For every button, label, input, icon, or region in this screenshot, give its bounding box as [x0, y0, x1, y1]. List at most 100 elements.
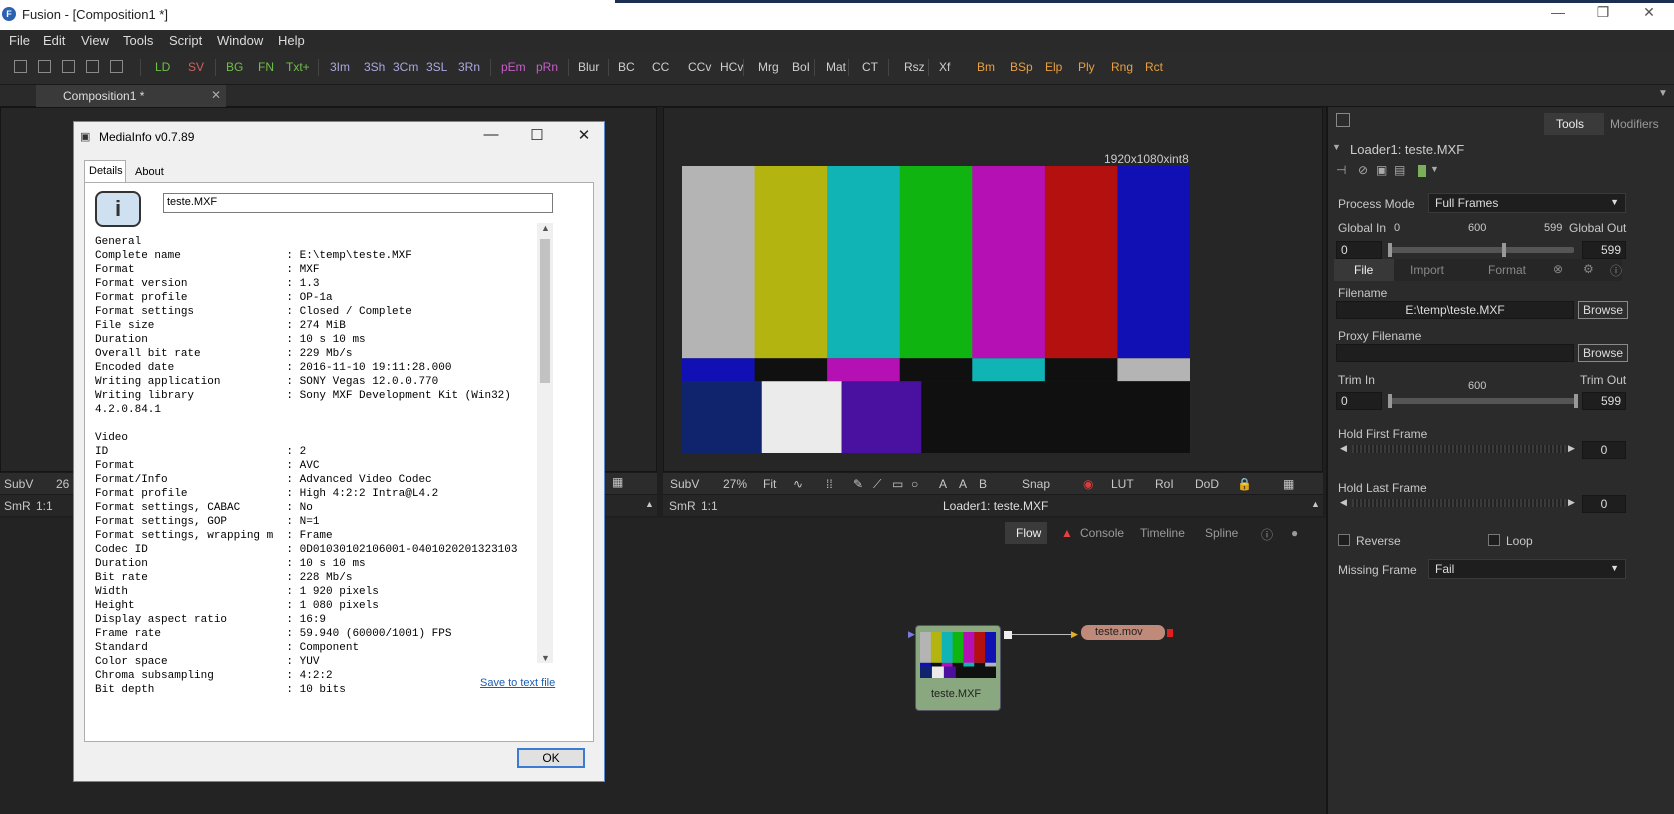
maximize-icon[interactable]: ☐ [524, 126, 550, 144]
zoom-field[interactable]: 26 [56, 477, 69, 491]
layout-icon[interactable] [14, 60, 27, 73]
zoom-field[interactable]: 27% [723, 477, 747, 491]
scroll-up-icon[interactable]: ▲ [541, 223, 550, 233]
menu-window[interactable]: Window [217, 33, 263, 48]
trim-out-field[interactable]: 599 [1582, 392, 1626, 410]
arrow-left-icon[interactable]: ◀ [1340, 497, 1347, 508]
ok-button[interactable]: OK [517, 748, 585, 768]
menu-file[interactable]: File [9, 33, 30, 48]
lut-button[interactable]: LUT [1111, 477, 1134, 491]
global-in-field[interactable]: 0 [1336, 241, 1382, 259]
save-to-text-link[interactable]: Save to text file [480, 677, 555, 689]
hold-first-field[interactable]: 0 [1582, 441, 1626, 459]
chat-icon[interactable]: ● [1291, 526, 1298, 540]
rect-icon[interactable]: ▭ [892, 477, 903, 491]
tab-timeline[interactable]: Timeline [1140, 526, 1185, 540]
roi-button[interactable]: RoI [1155, 477, 1174, 491]
hold-last-slider[interactable] [1352, 499, 1566, 507]
pin-icon[interactable]: ⊣ [1336, 163, 1346, 177]
loop-checkbox[interactable] [1488, 534, 1500, 546]
tool-button-blur[interactable]: Blur [578, 60, 599, 74]
tool-button-3rn[interactable]: 3Rn [458, 60, 480, 74]
layout-icon[interactable] [86, 60, 99, 73]
chevron-down-icon[interactable]: ▼ [1430, 164, 1439, 174]
snap-button[interactable]: Snap [1022, 477, 1050, 491]
tool-button-cc[interactable]: CC [652, 60, 669, 74]
chevron-up-icon[interactable]: ▲ [645, 499, 654, 509]
close-icon[interactable]: ✕ [1634, 4, 1664, 21]
layout-icon[interactable] [62, 60, 75, 73]
hold-first-slider[interactable] [1352, 445, 1566, 453]
slider-thumb[interactable] [1388, 394, 1392, 408]
tool-button-ct[interactable]: CT [862, 60, 878, 74]
ratio-button[interactable]: 1:1 [701, 499, 718, 513]
tool-button-hcv[interactable]: HCv [720, 60, 743, 74]
expand-chevron-icon[interactable]: ▼ [1332, 142, 1341, 152]
text-icon[interactable]: A [939, 477, 947, 491]
slider-thumb[interactable] [1574, 394, 1578, 408]
polyline-icon[interactable]: ∿ [793, 477, 803, 491]
tool-button-3cm[interactable]: 3Cm [393, 60, 418, 74]
lock-icon[interactable]: 🔒 [1237, 477, 1252, 491]
tool-button-bg[interactable]: BG [226, 60, 243, 74]
tab-spline[interactable]: Spline [1205, 526, 1238, 540]
lock-icon[interactable]: ▣ [1376, 163, 1387, 177]
slider-thumb[interactable] [1502, 243, 1506, 257]
global-range-slider[interactable] [1388, 243, 1574, 257]
close-icon[interactable]: ✕ [571, 126, 597, 144]
missing-frame-dropdown[interactable]: Fail ▼ [1428, 559, 1626, 579]
tool-button-bm[interactable]: Bm [977, 60, 995, 74]
tool-button-ld[interactable]: LD [155, 60, 170, 74]
main-viewer[interactable]: 1920x1080xint8 [663, 107, 1323, 472]
layout-icon[interactable] [110, 60, 123, 73]
tool-button-bc[interactable]: BC [618, 60, 635, 74]
grid-icon[interactable]: ⁞⁞ [826, 477, 833, 491]
filename-field[interactable]: E:\temp\teste.MXF [1336, 301, 1574, 319]
trim-in-field[interactable]: 0 [1336, 392, 1382, 410]
trim-range-slider[interactable] [1388, 394, 1578, 408]
pen-icon[interactable]: ✎ [853, 477, 863, 491]
disable-icon[interactable]: ⊘ [1358, 163, 1368, 177]
tab-about[interactable]: About [135, 166, 164, 178]
link-icon[interactable]: ⊗ [1553, 262, 1563, 276]
tab-details[interactable]: Details [84, 160, 126, 182]
node-output-port[interactable] [1004, 631, 1012, 639]
minimize-icon[interactable]: — [1543, 4, 1573, 20]
tab-flow[interactable]: Flow [1016, 526, 1041, 540]
node-color-swatch[interactable] [1418, 165, 1426, 177]
tool-button-boi[interactable]: BoI [792, 60, 810, 74]
tab-close-icon[interactable]: ✕ [211, 88, 221, 102]
tool-button-sv[interactable]: SV [188, 60, 204, 74]
subtab-format[interactable]: Format [1488, 263, 1526, 277]
info-icon[interactable]: ⓘ [1610, 262, 1622, 279]
tool-button-pem[interactable]: pEm [501, 60, 526, 74]
checker-icon[interactable]: ▦ [612, 475, 623, 489]
chevron-up-icon[interactable]: ▲ [1311, 499, 1320, 509]
tool-button-rng[interactable]: Rng [1111, 60, 1133, 74]
tool-button-mrg[interactable]: Mrg [758, 60, 779, 74]
tool-button-elp[interactable]: Elp [1045, 60, 1062, 74]
gear-icon[interactable]: ⚙ [1583, 262, 1594, 276]
saver-node[interactable]: teste.mov [1081, 625, 1165, 640]
color-channel-icon[interactable]: ◉ [1083, 477, 1093, 491]
info-icon[interactable]: ⓘ [1261, 526, 1273, 543]
proxy-browse-button[interactable]: Browse [1578, 344, 1628, 362]
collapse-icon[interactable] [1336, 113, 1350, 127]
tool-button-fn[interactable]: FN [258, 60, 274, 74]
smr-button[interactable]: SmR [4, 499, 31, 513]
saver-output-port[interactable] [1167, 629, 1173, 637]
circle-icon[interactable]: ○ [911, 477, 918, 491]
smr-button[interactable]: SmR [669, 499, 696, 513]
minimize-icon[interactable]: — [478, 126, 504, 143]
brush-icon[interactable]: ⟋ [873, 477, 881, 492]
tool-button-mat[interactable]: Mat [826, 60, 846, 74]
chevron-down-icon[interactable]: ▼ [1658, 88, 1668, 99]
tool-button-prn[interactable]: pRn [536, 60, 558, 74]
ratio-button[interactable]: 1:1 [36, 499, 53, 513]
checker-icon[interactable]: ▦ [1283, 477, 1294, 491]
tool-button-rsz[interactable]: Rsz [904, 60, 925, 74]
tool-button-ccv[interactable]: CCv [688, 60, 711, 74]
save-icon[interactable]: ▤ [1394, 163, 1405, 177]
hold-last-field[interactable]: 0 [1582, 495, 1626, 513]
reverse-checkbox[interactable] [1338, 534, 1350, 546]
